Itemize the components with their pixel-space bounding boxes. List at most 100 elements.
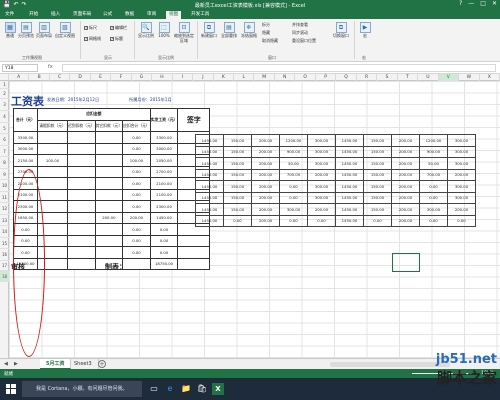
- extra-cell[interactable]: 1450.00: [195, 180, 224, 193]
- row-header-12[interactable]: 12: [0, 203, 9, 215]
- extra-cell[interactable]: 200.00: [307, 168, 336, 181]
- cell-net[interactable]: 3000.00: [149, 142, 179, 155]
- macros-button[interactable]: ▶ 宏: [358, 22, 372, 39]
- cell-leave[interactable]: [37, 142, 68, 155]
- row-header-10[interactable]: 10: [0, 180, 9, 192]
- row-header-5[interactable]: 5: [0, 123, 9, 134]
- cell-net[interactable]: 2050.00: [149, 154, 179, 167]
- cell-leave[interactable]: [37, 177, 68, 190]
- extra-cell[interactable]: 300.00: [307, 157, 336, 170]
- extra-cell[interactable]: 1450.00: [335, 203, 364, 216]
- sum-cell[interactable]: [67, 257, 96, 270]
- column-header-T[interactable]: T: [398, 74, 419, 81]
- fx-icon[interactable]: fx: [48, 64, 53, 70]
- extra-cell[interactable]: 200.00: [447, 203, 476, 216]
- cell-late[interactable]: [67, 177, 96, 190]
- extra-cell[interactable]: 0.00: [279, 214, 308, 227]
- zoom-to-selection-button[interactable]: ⊡ 缩放到选定区域: [174, 22, 194, 43]
- column-header-U[interactable]: U: [418, 74, 439, 81]
- normal-view-button[interactable]: ▦ 普通: [3, 22, 17, 39]
- extra-cell[interactable]: 200.00: [251, 157, 280, 170]
- extra-cell[interactable]: 1450.00: [335, 214, 364, 227]
- extra-cell[interactable]: 150.00: [223, 191, 252, 204]
- extra-cell[interactable]: 150.00: [223, 134, 252, 147]
- extra-cell[interactable]: 200.00: [251, 168, 280, 181]
- save-icon[interactable]: 💾: [3, 1, 10, 8]
- sum-cell[interactable]: [177, 257, 211, 270]
- tab-view[interactable]: 视图: [166, 11, 182, 19]
- cell-sign[interactable]: [177, 234, 211, 247]
- cell-late[interactable]: [67, 246, 96, 259]
- cell-ded[interactable]: 200.00: [122, 211, 151, 224]
- column-header-V[interactable]: V: [438, 74, 460, 81]
- extra-cell[interactable]: 150.00: [223, 203, 252, 216]
- extra-cell[interactable]: 200.00: [391, 145, 420, 158]
- formula-input[interactable]: [62, 64, 496, 72]
- file-explorer-icon[interactable]: 📁: [180, 383, 192, 395]
- column-header-G[interactable]: G: [132, 74, 153, 81]
- row-header-1[interactable]: 1: [0, 81, 9, 89]
- tab-page-layout[interactable]: 页面布局: [70, 11, 94, 19]
- extra-cell[interactable]: 900.00: [279, 145, 308, 158]
- cell-late[interactable]: [67, 165, 96, 178]
- cell-late[interactable]: [67, 188, 96, 201]
- cell-other[interactable]: 200.00: [94, 211, 124, 224]
- extra-cell[interactable]: 300.00: [307, 134, 336, 147]
- column-header-X[interactable]: X: [480, 74, 500, 81]
- cell-late[interactable]: [67, 223, 96, 236]
- extra-cell[interactable]: 300.00: [307, 191, 336, 204]
- extra-cell[interactable]: 150.00: [363, 180, 392, 193]
- extra-cell[interactable]: 1450.00: [335, 168, 364, 181]
- extra-cell[interactable]: 0.00: [223, 214, 252, 227]
- column-header-P[interactable]: P: [316, 74, 337, 81]
- tab-insert[interactable]: 插入: [48, 11, 63, 19]
- minimize-button[interactable]: —: [468, 0, 474, 7]
- extra-cell[interactable]: 150.00: [363, 203, 392, 216]
- cell-leave[interactable]: [37, 188, 68, 201]
- sum-cell[interactable]: [122, 257, 151, 270]
- extra-cell[interactable]: 200.00: [391, 168, 420, 181]
- redo-icon[interactable]: ↷: [22, 1, 27, 8]
- column-header-N[interactable]: N: [275, 74, 296, 81]
- extra-cell[interactable]: 1200.00: [279, 134, 308, 147]
- row-header-9[interactable]: 9: [0, 169, 9, 180]
- extra-cell[interactable]: 300.00: [447, 157, 476, 170]
- extra-cell[interactable]: 300.00: [447, 191, 476, 204]
- extra-cell[interactable]: 0.00: [447, 214, 476, 227]
- extra-cell[interactable]: 150.00: [363, 157, 392, 170]
- tab-formulas[interactable]: 公式: [100, 11, 115, 19]
- extra-cell[interactable]: 200.00: [391, 134, 420, 147]
- cell-net[interactable]: 1450.00: [149, 211, 179, 224]
- cell-ded[interactable]: 0.00: [122, 223, 151, 236]
- horizontal-scrollbar[interactable]: [330, 362, 450, 367]
- extra-cell[interactable]: 300.00: [447, 134, 476, 147]
- cell-leave[interactable]: [37, 165, 68, 178]
- cell-other[interactable]: [94, 188, 124, 201]
- hide-button[interactable]: 隐藏: [262, 30, 270, 36]
- row-header-17[interactable]: 17: [0, 261, 9, 271]
- extra-cell[interactable]: 150.00: [223, 145, 252, 158]
- page-layout-view-button[interactable]: ▥ 页面布局: [36, 22, 52, 39]
- extra-cell[interactable]: 150.00: [363, 168, 392, 181]
- extra-cell[interactable]: 300.00: [419, 203, 448, 216]
- extra-cell[interactable]: 150.00: [223, 168, 252, 181]
- new-window-button[interactable]: ⧉ 新建窗口: [200, 22, 218, 39]
- cell-late[interactable]: [67, 211, 96, 224]
- reset-window-button[interactable]: 重设窗口位置: [292, 38, 316, 44]
- extra-cell[interactable]: 1450.00: [195, 214, 224, 227]
- extra-cell[interactable]: 0.00: [279, 191, 308, 204]
- extra-cell[interactable]: 150.00: [363, 145, 392, 158]
- excel-taskbar-icon[interactable]: X: [212, 383, 224, 395]
- extra-cell[interactable]: 1450.00: [335, 134, 364, 147]
- cell-late[interactable]: [67, 131, 96, 144]
- cell-total[interactable]: 3300.00: [13, 131, 38, 144]
- cell-other[interactable]: [94, 154, 124, 167]
- cell-total[interactable]: 2150.00: [13, 154, 38, 167]
- prev-sheet-icon[interactable]: ◀: [4, 361, 8, 367]
- cell-other[interactable]: [94, 200, 124, 213]
- column-header-C[interactable]: C: [50, 74, 71, 81]
- extra-cell[interactable]: 1450.00: [335, 145, 364, 158]
- cell-leave[interactable]: [37, 131, 68, 144]
- cell-sign[interactable]: [177, 246, 211, 259]
- unhide-button[interactable]: 取消隐藏: [262, 38, 278, 44]
